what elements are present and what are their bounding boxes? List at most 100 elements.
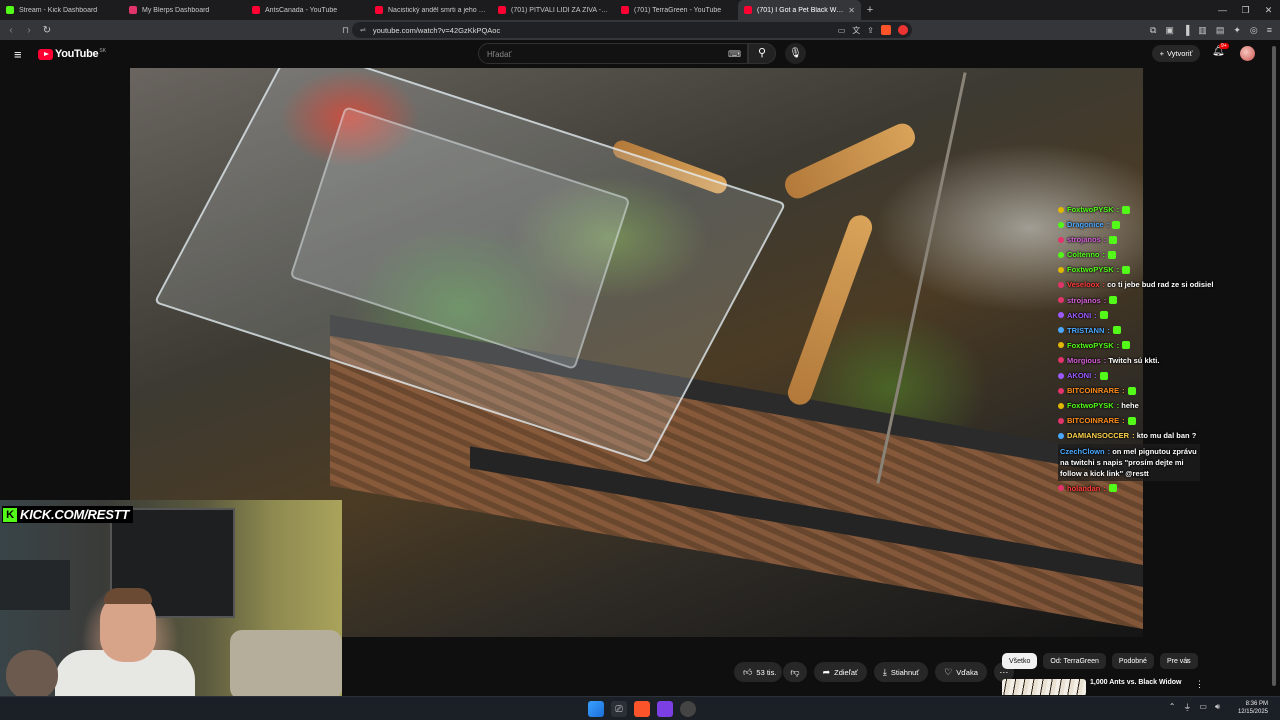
filter-chip[interactable]: Všetko (1002, 653, 1038, 669)
chat-username[interactable]: FoxtwoPYSK (1067, 341, 1114, 350)
search-button[interactable]: ⚲ (748, 43, 776, 64)
search-input[interactable]: Hľadať ⌨ (478, 43, 748, 64)
menu-icon[interactable]: ≡ (1267, 25, 1272, 35)
chat-badge-icon (1058, 266, 1064, 273)
chat-separator: : (1102, 250, 1106, 260)
search-icon: ⚲ (757, 47, 767, 59)
taskbar-clock[interactable]: 8:36 PM 12/15/2025 (1238, 700, 1268, 716)
back-icon[interactable]: ‹ (4, 25, 18, 36)
sidebar-icon[interactable]: ▐ (1183, 25, 1189, 35)
chat-badge-icon (1058, 236, 1064, 243)
chat-username[interactable]: holandan (1067, 484, 1100, 493)
browser-tab[interactable]: AntsCanada - YouTube (246, 0, 369, 20)
bookmark-icon[interactable]: ⊓ (342, 25, 349, 36)
chevron-right-icon[interactable]: › (1186, 655, 1189, 665)
leo-ai-icon[interactable]: ✦ (1233, 25, 1241, 36)
download-icon: ⤓ (882, 666, 887, 677)
avatar[interactable] (1240, 46, 1255, 61)
chat-separator: : (1103, 295, 1107, 305)
tray-chevron-icon[interactable]: ⌃ (1169, 702, 1176, 713)
cast-icon[interactable]: ▭ (838, 26, 846, 35)
terminal-icon[interactable]: ⎚ (611, 701, 627, 717)
new-tab-button[interactable]: + (861, 4, 879, 16)
brave-browser-icon[interactable] (634, 701, 650, 717)
reload-icon[interactable]: ↻ (40, 25, 54, 36)
recommendation-item[interactable]: 1,000 Ants vs. Black Widow ⋮ (1002, 679, 1272, 695)
chat-username[interactable]: BITCOINRARE (1067, 386, 1119, 395)
voice-search-button[interactable]: 🎙︎ (785, 43, 806, 64)
speaker-icon[interactable]: 🔊︎ (1215, 702, 1220, 713)
network-icon[interactable]: ▭ (1199, 702, 1207, 713)
recommendation-thumbnail[interactable] (1002, 679, 1086, 695)
site-info-icon[interactable]: ⇌ (360, 26, 366, 34)
vpn-icon[interactable]: ◎ (1250, 25, 1258, 36)
chat-username[interactable]: FoxtwoPYSK (1067, 401, 1114, 410)
chat-username[interactable]: strojanos (1067, 296, 1101, 305)
wallet-icon[interactable]: ▣ (1165, 25, 1174, 36)
browser-tab[interactable]: (701) PITVALI LIDI ZA ŽIVA - Jednotk (492, 0, 615, 20)
guide-menu-icon[interactable]: ≡ (14, 47, 22, 62)
browser-tab[interactable]: (701) I Got a Pet Black Widow ✕ (738, 0, 861, 20)
notifications-button[interactable]: 🔔︎ 9+ (1212, 43, 1229, 57)
chat-username[interactable]: Morgious (1067, 356, 1101, 365)
brave-rewards-icon[interactable] (898, 25, 908, 35)
chat-username[interactable]: BITCOINRARE (1067, 416, 1119, 425)
scrollbar-thumb[interactable] (1272, 46, 1276, 686)
thanks-label: Vďaka (956, 667, 978, 677)
translate-icon[interactable]: 文 (852, 25, 860, 36)
filter-chip[interactable]: Podobné (1111, 653, 1154, 669)
download-button[interactable]: ⤓ Stiahnuť (873, 662, 929, 682)
chat-message: DAMIANSOCCER: kto mu dal ban ? (1058, 428, 1238, 443)
window-controls: — ❐ ✕ (1211, 0, 1280, 20)
more-vert-icon[interactable]: ⋮ (1195, 679, 1204, 690)
split-view-icon[interactable]: ▥ (1198, 25, 1207, 36)
maximize-icon[interactable]: ❐ (1234, 0, 1257, 20)
thanks-button[interactable]: ♡ Vďaka (935, 662, 987, 682)
filter-chip[interactable]: Od: TerraGreen (1043, 653, 1106, 669)
share-button[interactable]: ➦ Zdieľať (813, 662, 867, 682)
youtube-logo[interactable]: YouTube SK (38, 48, 106, 60)
create-label: Vytvoriť (1166, 49, 1193, 58)
chat-username[interactable]: AKONI (1067, 311, 1091, 320)
page-scrollbar[interactable] (1271, 46, 1277, 694)
extension-icon[interactable]: ⧉ (1150, 25, 1156, 36)
steam-icon[interactable] (680, 701, 696, 717)
minimize-icon[interactable]: — (1211, 0, 1234, 20)
chat-username[interactable]: Veseloox (1067, 280, 1100, 289)
like-button[interactable]: 👍︎ 53 tis. (734, 662, 783, 682)
forward-icon[interactable]: › (22, 25, 36, 36)
chat-separator: : (1106, 220, 1110, 230)
keyboard-icon[interactable]: ⌨ (728, 49, 741, 60)
cam-sofa (230, 630, 342, 700)
chat-username[interactable]: FoxtwoPYSK (1067, 265, 1114, 274)
video-actions: 👍︎ 53 tis. 👎︎ ➦ Zdieľať ⤓ Stiahnuť ♡ Vďa… (734, 662, 1014, 682)
obs-icon[interactable] (657, 701, 673, 717)
browser-tab[interactable]: (701) TerraGreen - YouTube (615, 0, 738, 20)
tabs-icon[interactable]: ▤ (1216, 25, 1225, 36)
recommendation-title[interactable]: 1,000 Ants vs. Black Widow (1090, 679, 1182, 686)
chat-username[interactable]: FoxtwoPYSK (1067, 205, 1114, 214)
browser-tab[interactable]: My Blerps Dashboard (123, 0, 246, 20)
share-page-icon[interactable]: ⇪ (867, 26, 874, 35)
windows-start-icon[interactable] (588, 701, 604, 717)
chat-username[interactable]: CzechClown (1060, 447, 1105, 456)
address-bar[interactable]: ⊓ ⇌ youtube.com/watch?v=42GzKkPQAoc ▭ 文 … (342, 22, 912, 38)
filter-chip[interactable]: Pre vás (1159, 653, 1198, 669)
chat-username[interactable]: AKONI (1067, 371, 1091, 380)
browser-tab[interactable]: Nacistický anděl smrti a jeho strašliv (369, 0, 492, 20)
chat-username[interactable]: Coltenno (1067, 250, 1100, 259)
chat-username[interactable]: Dragonice (1067, 220, 1104, 229)
chat-username[interactable]: TRISTANN (1067, 326, 1104, 335)
browser-tab[interactable]: Stream - Kick Dashboard (0, 0, 123, 20)
close-window-icon[interactable]: ✕ (1257, 0, 1280, 20)
chat-username[interactable]: DAMIANSOCCER (1067, 431, 1129, 440)
chat-emote-icon (1109, 235, 1118, 244)
close-tab-icon[interactable]: ✕ (848, 6, 855, 15)
brave-shields-icon[interactable] (881, 25, 891, 35)
create-button[interactable]: + Vytvoriť (1152, 45, 1200, 62)
dislike-button[interactable]: 👎︎ (783, 662, 807, 682)
usb-icon[interactable]: ⏚ (1183, 702, 1191, 713)
windows-taskbar: ⎚ ⌃ ⏚ ▭ 🔊︎ 8:36 PM 12/15/2025 (0, 696, 1280, 720)
system-tray: ⌃ ⏚ ▭ 🔊︎ (1169, 702, 1220, 713)
chat-username[interactable]: strojanos (1067, 235, 1101, 244)
